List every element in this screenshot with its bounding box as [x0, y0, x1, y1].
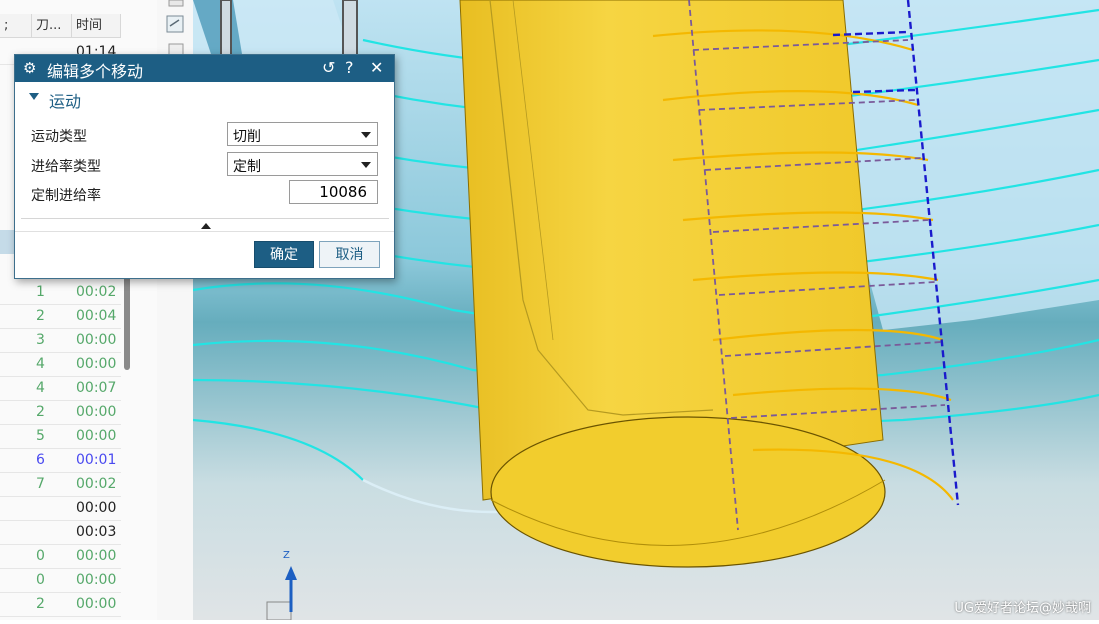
table-row[interactable]: 00:00	[0, 496, 121, 521]
time-cell: 00:00	[76, 404, 117, 420]
table-row[interactable]: 3 00:00	[0, 328, 121, 353]
tool-cell: 3	[36, 332, 45, 348]
tool-cell: 2	[36, 596, 45, 612]
table-row[interactable]: 4 00:00	[0, 352, 121, 377]
motion-section-header[interactable]: 运动	[15, 82, 394, 114]
time-cell: 00:02	[76, 284, 117, 300]
custom-feed-label: 定制进给率	[31, 188, 101, 204]
divider	[15, 231, 394, 232]
cancel-button[interactable]: 取消	[319, 241, 380, 268]
table-row[interactable]: 2 00:00	[0, 400, 121, 425]
motion-type-select[interactable]: 切削	[227, 122, 378, 146]
gear-icon[interactable]: ⚙	[23, 59, 36, 77]
custom-feed-input[interactable]	[289, 180, 378, 204]
expand-more-icon[interactable]	[201, 223, 211, 229]
time-cell: 00:00	[76, 596, 117, 612]
column-header-tool[interactable]: 刀...	[32, 14, 72, 38]
dialog-title: 编辑多个移动	[47, 62, 144, 81]
table-row[interactable]: 5 00:00	[0, 424, 121, 449]
time-cell: 00:07	[76, 380, 117, 396]
column-header-marker[interactable]: ;	[0, 14, 32, 38]
time-cell: 00:03	[76, 524, 117, 540]
reset-icon[interactable]: ↺	[322, 58, 335, 77]
ok-button[interactable]: 确定	[254, 241, 314, 268]
section-title: 运动	[49, 92, 82, 111]
table-row[interactable]: 6 00:01	[0, 448, 121, 473]
chevron-down-icon	[361, 132, 371, 138]
time-cell: 00:00	[76, 548, 117, 564]
collapse-triangle-icon[interactable]	[29, 93, 39, 100]
time-cell: 00:00	[76, 356, 117, 372]
column-header-time[interactable]: 时间	[72, 14, 121, 38]
time-cell: 00:00	[76, 332, 117, 348]
tool-cell: 0	[36, 572, 45, 588]
tool-cell: 4	[36, 380, 45, 396]
selected-row-marker	[0, 230, 14, 254]
time-cell: 00:04	[76, 308, 117, 324]
tool-cell: 1	[36, 284, 45, 300]
watermark: UG爱好者论坛@妙哉啊	[954, 601, 1091, 616]
tool-cell: 5	[36, 428, 45, 444]
dialog-titlebar[interactable]: ⚙ 编辑多个移动 ↺ ? ✕	[15, 55, 394, 82]
close-icon[interactable]: ✕	[370, 58, 383, 77]
help-icon[interactable]: ?	[345, 58, 354, 77]
time-cell: 00:00	[76, 572, 117, 588]
table-row[interactable]: 1 00:02	[0, 280, 121, 305]
feed-type-select[interactable]: 定制	[227, 152, 378, 176]
edit-multiple-moves-dialog: ⚙ 编辑多个移动 ↺ ? ✕ 运动 运动类型 切削 进给率类型 定制 定制进给率…	[14, 54, 395, 279]
tool-cell: 6	[36, 452, 45, 468]
chevron-down-icon	[361, 162, 371, 168]
table-row[interactable]: 2 00:00	[0, 592, 121, 617]
tool-cell: 2	[36, 404, 45, 420]
motion-type-value: 切削	[233, 129, 261, 145]
table-row[interactable]: 4 00:07	[0, 376, 121, 401]
tool-cell: 0	[36, 548, 45, 564]
table-row[interactable]: 00:03	[0, 520, 121, 545]
scrollbar-thumb[interactable]	[124, 274, 130, 370]
divider	[21, 218, 389, 219]
tool-cell: 4	[36, 356, 45, 372]
table-row[interactable]: 7 00:02	[0, 472, 121, 497]
tool-cell: 7	[36, 476, 45, 492]
tool-cell: 2	[36, 308, 45, 324]
toolbar-icons[interactable]	[157, 0, 193, 60]
table-row[interactable]: 2 00:04	[0, 304, 121, 329]
feed-type-value: 定制	[233, 159, 261, 175]
feed-type-label: 进给率类型	[31, 159, 101, 175]
time-cell: 00:00	[76, 500, 117, 516]
axis-z-label: Z	[283, 550, 290, 561]
time-cell: 00:00	[76, 428, 117, 444]
time-cell: 00:01	[76, 452, 117, 468]
table-row[interactable]: 0 00:00	[0, 568, 121, 593]
time-cell: 00:02	[76, 476, 117, 492]
table-row[interactable]: 0 00:00	[0, 544, 121, 569]
motion-type-label: 运动类型	[31, 129, 87, 145]
